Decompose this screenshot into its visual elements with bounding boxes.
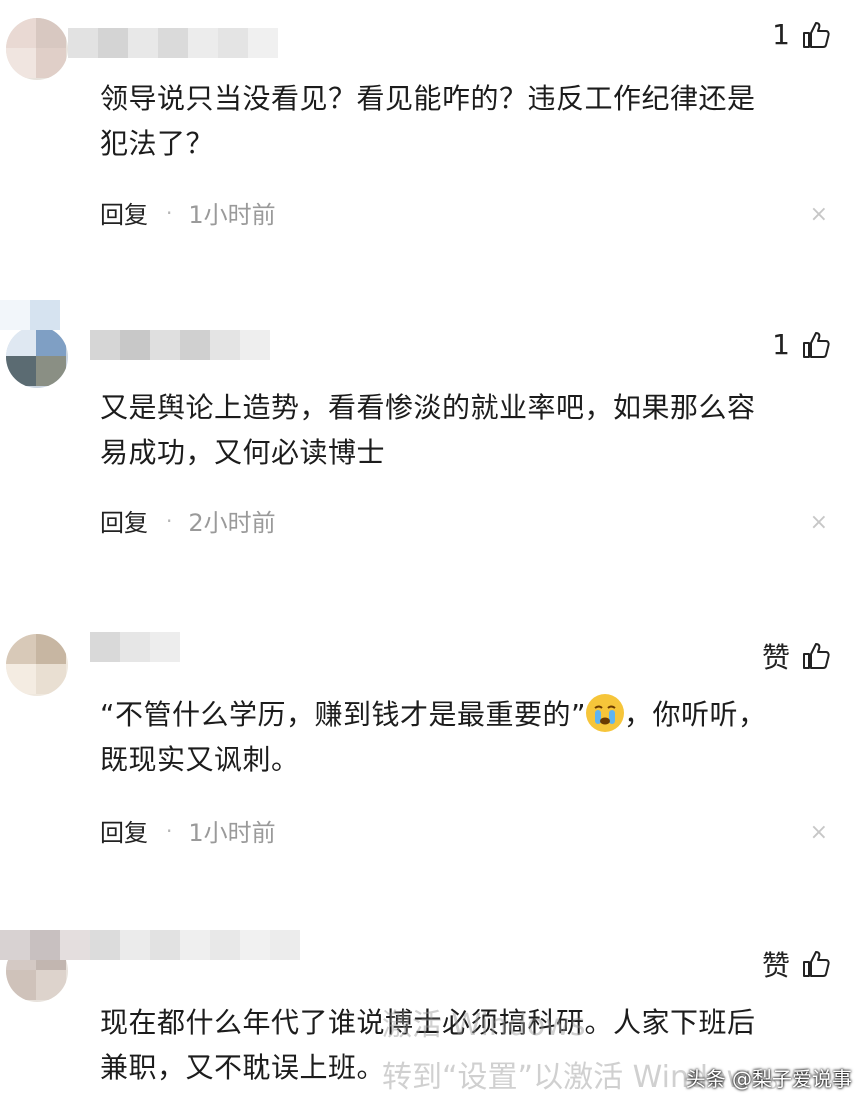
close-icon[interactable]: × — [810, 820, 828, 845]
comment-quote: “不管什么学历，赚到钱才是最重要的” — [100, 698, 587, 731]
source-watermark: 头条 @梨子爱说事 — [685, 1067, 852, 1091]
close-icon[interactable]: × — [810, 202, 828, 227]
thumbs-up-icon — [803, 21, 830, 48]
username-blurred[interactable] — [90, 330, 270, 360]
like-label: 赞 — [761, 949, 790, 982]
comment-line: 现在都什么年代了谁说博士必须搞科研。人家下班后 — [100, 1006, 756, 1039]
avatar[interactable] — [6, 634, 68, 696]
crying-face-emoji — [586, 694, 625, 732]
reply-button[interactable]: 回复 — [100, 503, 148, 538]
comment-text: “不管什么学历，赚到钱才是最重要的” ，你听听， 既现实又讽刺。 — [100, 692, 820, 782]
comment-meta: 回复 · 2小时前 — [100, 503, 276, 538]
comment-line: 领导说只当没看见？看见能咋的？违反工作纪律还是 — [100, 82, 756, 115]
like-button[interactable]: 赞 — [762, 636, 832, 676]
timestamp: 1小时前 — [188, 819, 276, 847]
comment-line: 又是舆论上造势，看看惨淡的就业率吧，如果那么容 — [100, 391, 756, 424]
username-blurred[interactable] — [0, 300, 60, 330]
username-blurred[interactable] — [90, 632, 180, 662]
username-blurred[interactable] — [68, 28, 278, 58]
like-button[interactable]: 赞 — [762, 944, 832, 984]
comment-line: “不管什么学历，赚到钱才是最重要的” ，你听听， — [100, 692, 820, 737]
comment-line-tail: ，你听听， — [624, 698, 767, 731]
like-count: 1 — [772, 328, 790, 361]
comment-text: 又是舆论上造势，看看惨淡的就业率吧，如果那么容 易成功，又何必读博士 — [100, 385, 820, 475]
comment-text: 领导说只当没看见？看见能咋的？违反工作纪律还是 犯法了？ — [100, 76, 820, 166]
reply-button[interactable]: 回复 — [100, 813, 148, 848]
reply-button[interactable]: 回复 — [100, 195, 148, 230]
comment-line: 易成功，又何必读博士 — [100, 436, 386, 469]
thumbs-up-icon — [803, 951, 830, 977]
like-button[interactable]: 1 — [772, 18, 832, 51]
comment-meta: 回复 · 1小时前 — [100, 195, 276, 230]
comment-meta: 回复 · 1小时前 — [100, 813, 276, 848]
thumbs-up-icon — [803, 643, 830, 669]
avatar[interactable] — [6, 326, 68, 388]
username-blurred[interactable] — [0, 930, 300, 960]
separator-dot: · — [166, 200, 173, 225]
like-label: 赞 — [761, 641, 790, 674]
thumbs-up-icon — [803, 331, 830, 358]
like-button[interactable]: 1 — [772, 328, 832, 361]
like-count: 1 — [772, 18, 790, 51]
timestamp: 2小时前 — [188, 509, 276, 537]
avatar[interactable] — [6, 18, 68, 80]
comment-line: 既现实又讽刺。 — [100, 743, 300, 776]
separator-dot: · — [166, 818, 173, 843]
close-icon[interactable]: × — [810, 510, 828, 535]
comment-line: 犯法了？ — [100, 127, 215, 160]
separator-dot: · — [166, 508, 173, 533]
timestamp: 1小时前 — [188, 201, 276, 229]
